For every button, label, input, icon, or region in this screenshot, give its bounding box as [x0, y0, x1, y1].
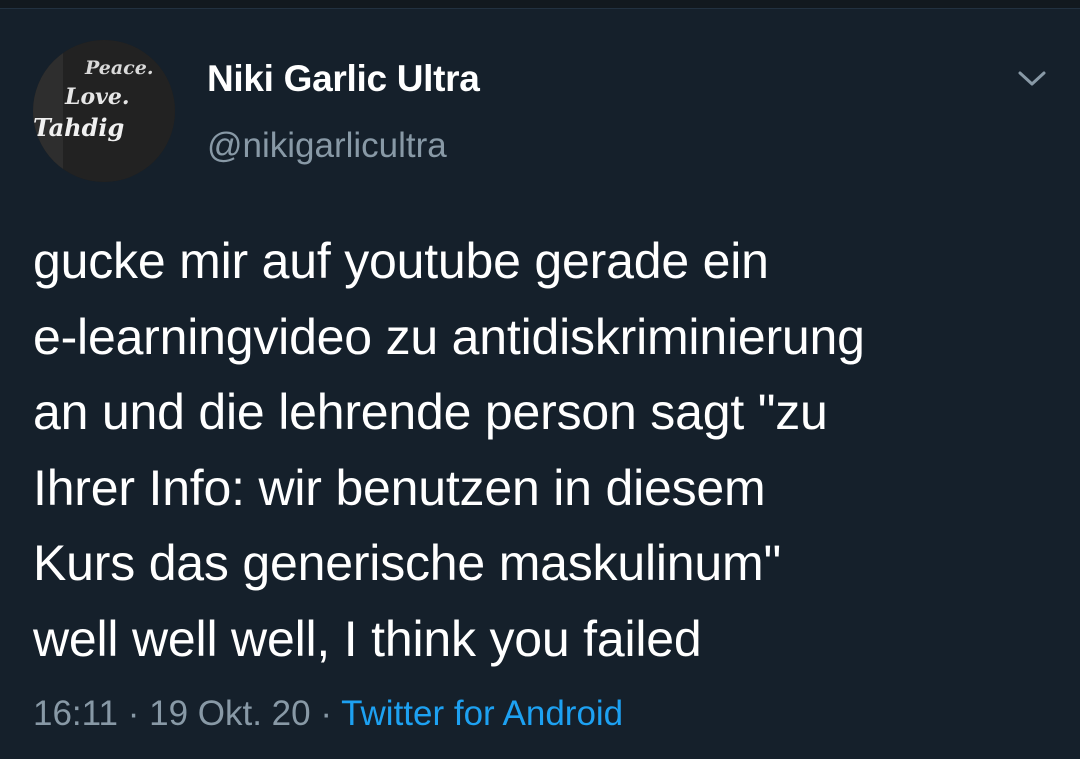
tweet-line: gucke mir auf youtube gerade ein	[33, 233, 769, 289]
tweet-meta: 16:11 · 19 Okt. 20 · Twitter for Android	[33, 694, 623, 734]
author-name[interactable]: Niki Garlic Ultra	[207, 58, 480, 100]
tweet-line: Ihrer Info: wir benutzen in diesem	[33, 459, 766, 516]
tweet-line: Kurs das generische maskulinum"	[33, 535, 781, 591]
avatar-text-3: Tahdig	[33, 113, 124, 142]
top-divider	[0, 0, 1080, 9]
avatar-image: Peace. Love. Tahdig	[33, 40, 175, 182]
avatar-text-2: Love.	[64, 84, 130, 110]
tweet-text: gucke mir auf youtube gerade ein e-learn…	[33, 224, 1063, 677]
meta-separator: ·	[118, 694, 150, 733]
chevron-down-icon[interactable]	[1014, 64, 1050, 94]
avatar[interactable]: Peace. Love. Tahdig	[33, 40, 175, 182]
tweet-time: 16:11	[33, 694, 118, 733]
author-handle[interactable]: @nikigarlicultra	[207, 126, 447, 166]
meta-separator: ·	[310, 694, 342, 733]
tweet-source-link[interactable]: Twitter for Android	[341, 694, 623, 733]
tweet-line: an und die lehrende person sagt "zu	[33, 384, 828, 440]
tweet-line: well well well, I think you failed	[33, 610, 702, 667]
avatar-text-1: Peace.	[84, 57, 153, 79]
tweet-line: e-learningvideo zu antidiskriminierung	[33, 308, 865, 365]
tweet-date: 19 Okt. 20	[149, 694, 311, 733]
